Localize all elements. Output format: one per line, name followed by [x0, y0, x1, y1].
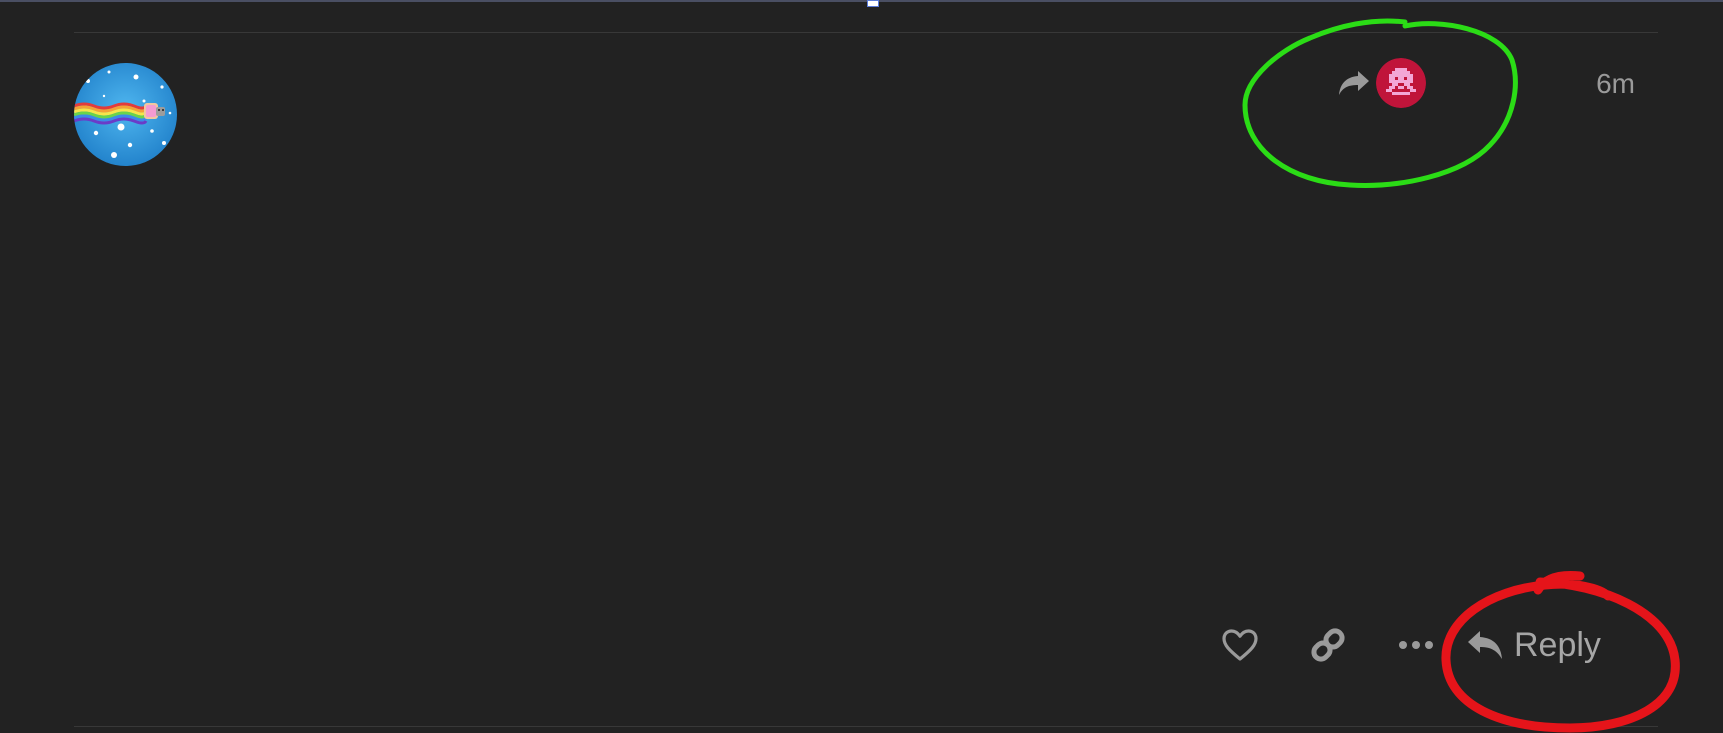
- post-actions: Reply: [1212, 617, 1609, 673]
- top-border: [0, 0, 1723, 2]
- like-button[interactable]: [1212, 617, 1268, 673]
- reply-to-indicator[interactable]: [1338, 58, 1426, 108]
- ellipsis-icon: [1398, 640, 1434, 650]
- copy-link-button[interactable]: [1300, 617, 1356, 673]
- reply-arrow-icon: [1466, 629, 1504, 661]
- space-invader-avatar-icon: [1376, 58, 1426, 108]
- heart-icon: [1221, 628, 1259, 662]
- post-divider-bottom: [74, 726, 1658, 727]
- user-avatar[interactable]: [74, 63, 177, 166]
- nyan-cat-avatar-icon: [74, 63, 177, 166]
- reply-label: Reply: [1514, 626, 1601, 664]
- share-arrow-icon: [1338, 69, 1370, 97]
- more-actions-button[interactable]: [1388, 617, 1444, 673]
- post-date[interactable]: 6m: [1596, 66, 1635, 102]
- scroll-marker: [867, 0, 879, 7]
- reply-button[interactable]: Reply: [1458, 617, 1609, 673]
- post-divider-top: [74, 32, 1658, 33]
- link-icon: [1309, 626, 1347, 664]
- post-container: 6m Reply: [0, 0, 1723, 733]
